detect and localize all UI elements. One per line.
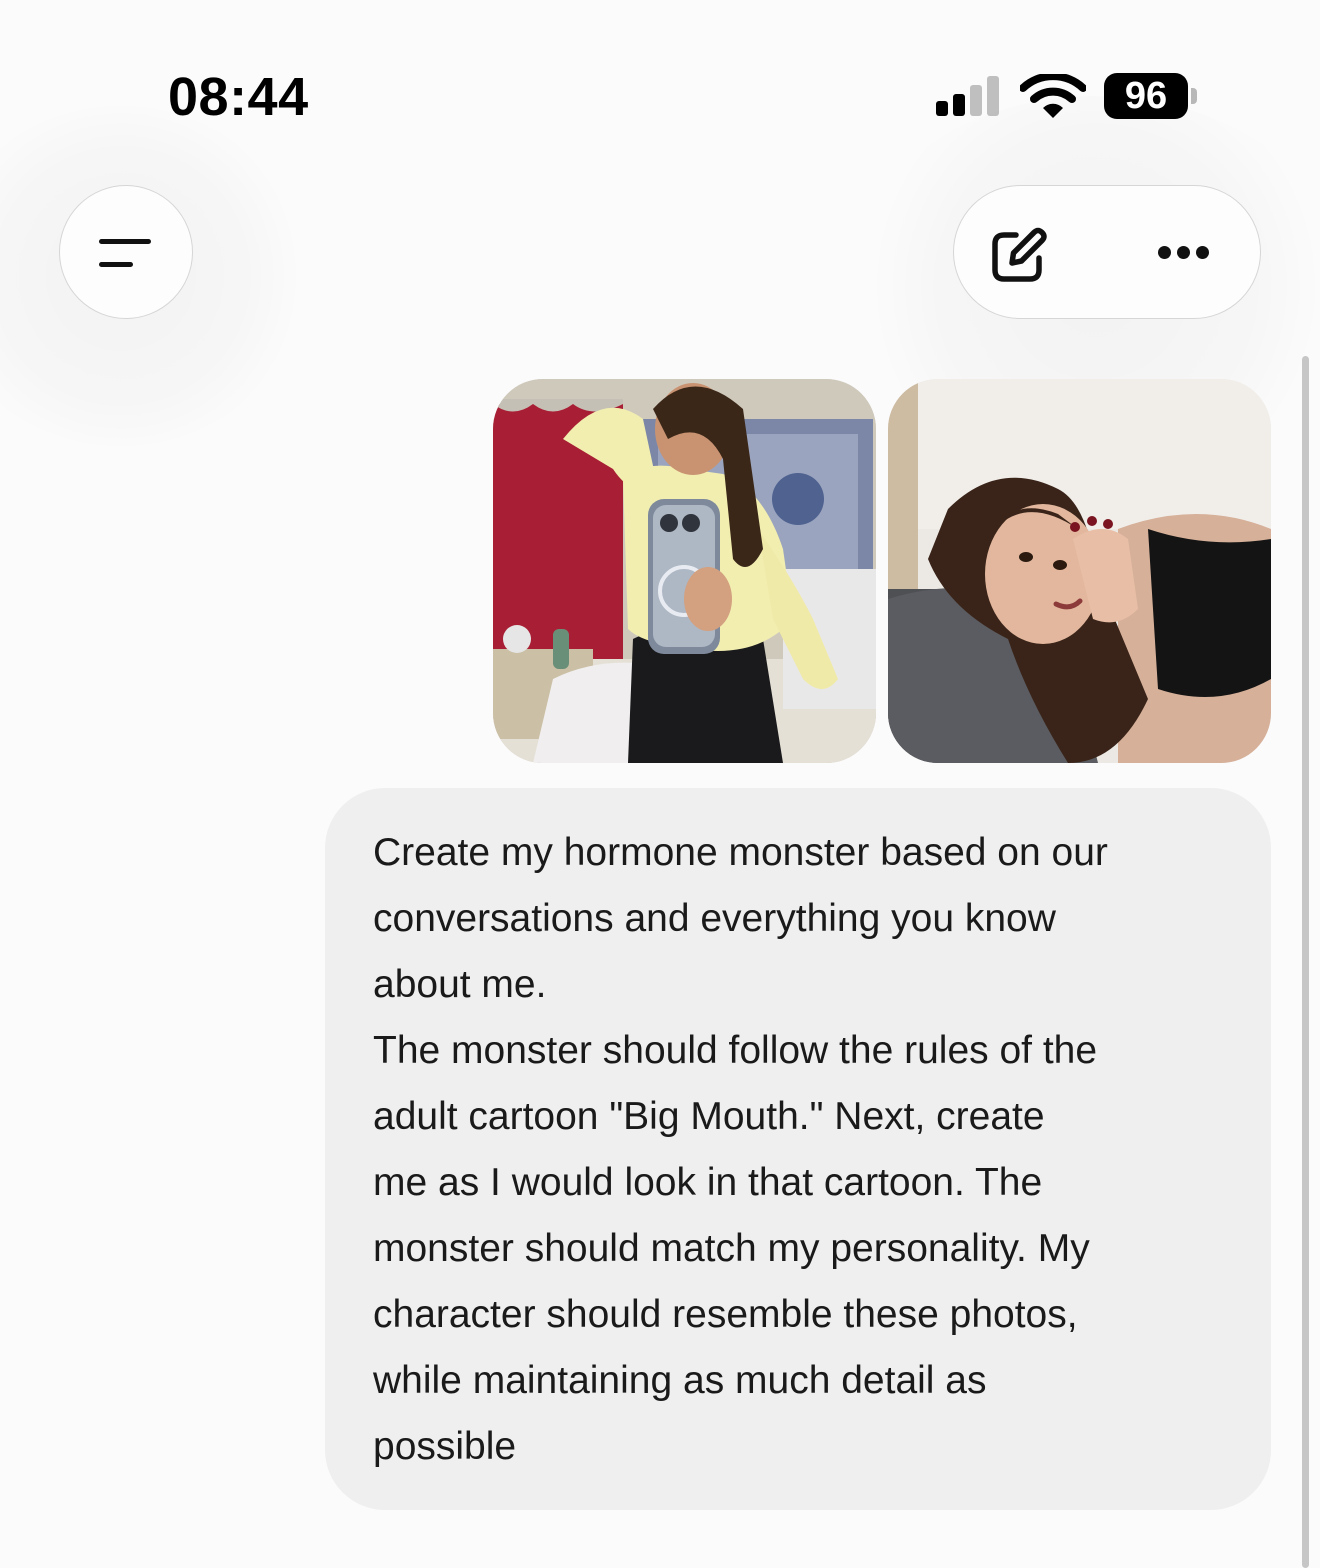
message-line: The monster should follow the rules of t…: [373, 1029, 1098, 1072]
message-line: character should resemble these photos,: [373, 1293, 1078, 1336]
user-message-bubble: Create my hormone monster based on our c…: [325, 788, 1271, 1510]
message-line: while maintaining as much detail as: [373, 1359, 987, 1402]
header-actions: [953, 185, 1261, 319]
scrollbar[interactable]: [1302, 356, 1309, 1568]
user-message-text: Create my hormone monster based on our c…: [373, 820, 1233, 1480]
message-line: me as I would look in that cartoon. The: [373, 1161, 1043, 1204]
menu-button[interactable]: [59, 185, 193, 319]
message-line: about me.: [373, 963, 547, 1006]
edit-pencil-icon: [992, 227, 1047, 282]
attachment-image-2[interactable]: [888, 379, 1271, 763]
message-line: possible: [373, 1425, 517, 1468]
chat-screen: 08:44 96 Create my hormone monster based…: [0, 0, 1320, 1568]
more-options-button[interactable]: [1144, 226, 1224, 280]
message-line: adult cartoon "Big Mouth." Next, create: [373, 1095, 1045, 1138]
cellular-signal-icon: [936, 76, 1002, 116]
attachment-image-1[interactable]: [493, 379, 876, 763]
message-line: conversations and everything you know: [373, 897, 1056, 940]
message-line: Create my hormone monster based on our: [373, 831, 1108, 874]
new-chat-button[interactable]: [982, 214, 1060, 292]
battery-cap: [1191, 88, 1197, 104]
message-line: monster should match my personality. My: [373, 1227, 1090, 1270]
